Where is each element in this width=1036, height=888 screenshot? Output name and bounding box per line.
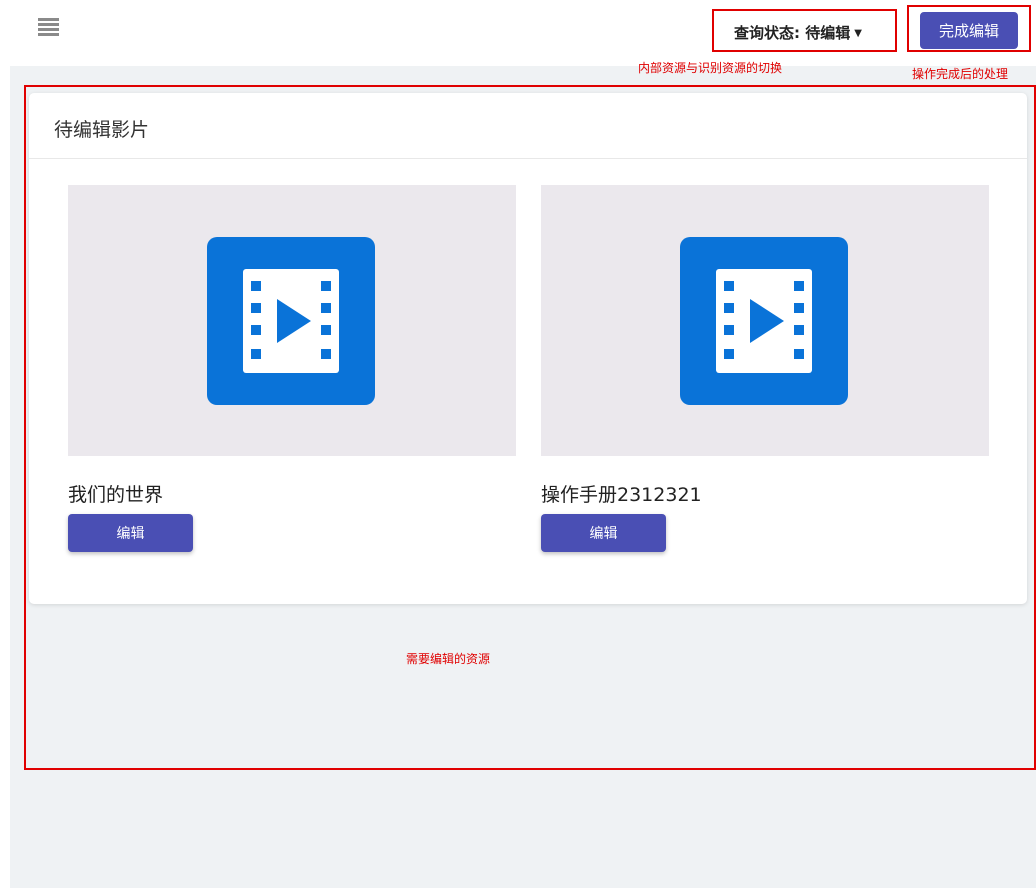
status-annotation-box: [712, 9, 897, 52]
menu-icon[interactable]: [38, 18, 59, 36]
done-annotation-box: [907, 5, 1031, 52]
content-annotation-box: [24, 85, 1036, 770]
status-annotation-text: 内部资源与识别资源的切换: [638, 61, 783, 75]
content-annotation-text: 需要编辑的资源: [406, 652, 491, 666]
done-annotation-text: 操作完成后的处理: [912, 67, 1009, 81]
